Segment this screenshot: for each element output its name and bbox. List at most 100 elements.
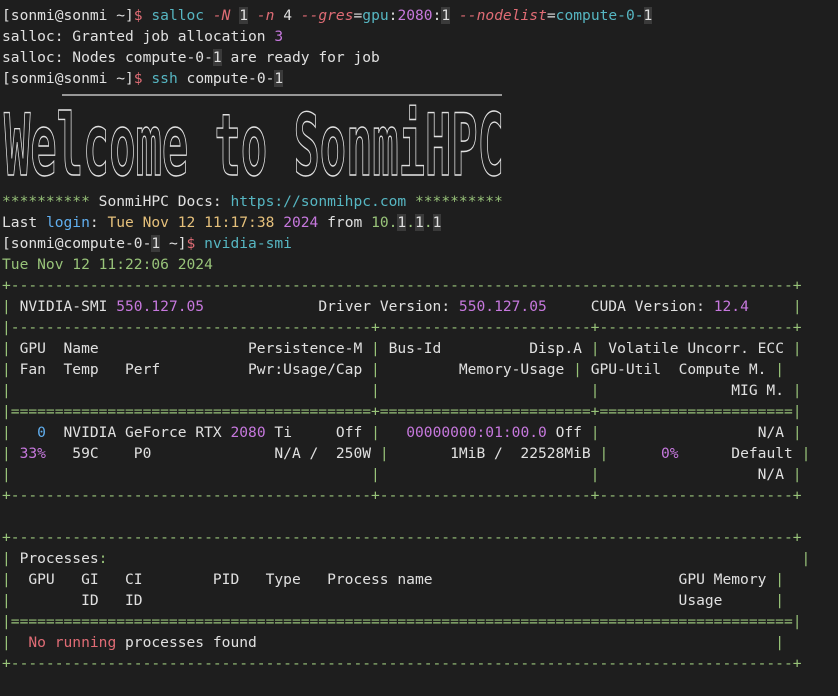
output-line: | GPU GI CI PID Type Process name GPU Me… [2,569,838,590]
text-segment: compute-0- [186,70,275,87]
text-segment: 2024 [283,214,319,231]
text-segment: --gres [300,7,354,24]
text-segment: Ti Off [265,424,372,441]
text-segment: 1 [397,214,407,231]
text-segment: Processes [19,550,99,567]
terminal-window[interactable]: [sonmi@sonmi ~]$ salloc -N 1 -n 4 --gres… [0,0,838,696]
text-segment: Off [546,424,591,441]
text-segment: | [2,298,20,315]
text-segment: |=======================================… [2,403,802,420]
output-line: | | | MIG M. | [2,380,838,401]
text-segment [2,508,11,525]
output-line: | 0 NVIDIA GeForce RTX 2080 Ti Off | 000… [2,422,838,443]
text-segment: processes found [116,634,257,651]
text-segment: 2080 [230,424,266,441]
text-segment: -N [212,7,240,24]
text-segment: 3 [274,28,284,45]
text-segment: | [599,445,609,462]
text-segment: $ [133,70,152,87]
text-segment: salloc [151,7,213,24]
text-segment: $ [186,235,205,252]
text-segment: | [2,634,20,651]
text-segment: [sonmi@sonmi ~] [2,70,134,87]
output-line: | No running processes found | [2,632,838,653]
text-segment: +---------------------------------------… [2,529,802,546]
text-segment: ********** [406,193,503,210]
output-line: |=======================================… [2,401,838,422]
output-line: salloc: Nodes compute-0-1 are ready for … [2,47,838,68]
text-segment: . [406,214,416,231]
output-line: ********** SonmiHPC Docs: https://sonmih… [2,191,838,212]
text-segment: [sonmi@sonmi ~] [2,7,134,24]
output-line: | Fan Temp Perf Pwr:Usage/Cap | Memory-U… [2,359,838,380]
text-segment [608,445,661,462]
text-segment: 1 [432,214,442,231]
text-segment: 33% [19,445,46,462]
text-segment: salloc: Nodes compute-0- [2,49,213,66]
text-segment: CUDA Version: [546,298,714,315]
output-line: |---------------------------------------… [2,317,838,338]
text-segment: | [748,298,802,315]
text-segment: 1 [441,7,451,24]
text-segment: | [371,424,407,441]
text-segment: 59C P0 N/A / 250W [45,445,380,462]
text-segment: | [2,445,20,462]
text-segment: Bus-Id Disp.A [388,340,591,357]
text-segment: |---------------------------------------… [2,319,802,336]
text-segment: 12.4 [713,298,749,315]
text-segment: +---------------------------------------… [2,655,802,672]
text-segment: | | | [2,466,600,483]
output-line: | NVIDIA-SMI 550.127.05 Driver Version: … [2,296,838,317]
text-segment: Fan Temp Perf Pwr:Usage/Cap [19,361,372,378]
text-segment: gpu [362,7,389,24]
output-line: +---------------------------------------… [2,275,838,296]
text-segment: | [775,361,785,378]
text-segment: |=======================================… [2,613,802,630]
text-segment: ********** [2,193,99,210]
banner-text: Welcome to SonmiHPC [4,96,504,187]
text-segment: Driver Version: [204,298,459,315]
text-segment: NVIDIA-SMI [19,298,117,315]
output-line: |=======================================… [2,611,838,632]
text-segment: N/A [599,424,793,441]
text-segment: from [318,214,372,231]
text-segment: | [792,424,802,441]
text-segment: | [2,340,20,357]
text-segment: = [353,7,363,24]
text-segment: | [590,340,609,357]
text-segment: NVIDIA GeForce RTX [45,424,231,441]
text-segment: | [792,382,802,399]
text-segment: | [792,340,802,357]
text-segment: $ [133,7,152,24]
output-line: | | | N/A | [2,464,838,485]
text-segment: 1 [212,49,222,66]
text-segment: [sonmi@compute-0- [2,235,152,252]
text-segment: compute-0- [555,7,644,24]
text-segment: | [2,361,20,378]
text-segment: MIG M. [599,382,793,399]
text-segment: 0 [37,424,46,441]
text-segment: 1 [151,235,161,252]
text-segment: | [2,424,38,441]
output-line: Last login: Tue Nov 12 11:17:38 2024 fro… [2,212,838,233]
output-line: | GPU Name Persistence-M | Bus-Id Disp.A… [2,338,838,359]
text-segment: 4 [283,7,301,24]
text-segment: 1MiB / 22528MiB [388,445,600,462]
text-segment: Volatile Uncorr. ECC [608,340,793,357]
output-line: +---------------------------------------… [2,485,838,506]
text-segment: | [371,361,389,378]
ascii-art-banner: Welcome to SonmiHPC [2,91,838,187]
text-segment: 10. [371,214,398,231]
text-segment: Tue Nov 12 11:17:38 [107,214,284,231]
text-segment: | [775,571,784,588]
text-segment: ID ID Usage [19,592,776,609]
text-segment: are ready for job [221,49,380,66]
text-segment: ~] [160,235,187,252]
output-line: | ID ID Usage | [2,590,838,611]
text-segment: N/A [599,466,793,483]
text-segment: | [107,550,811,567]
output-line: | 33% 59C P0 N/A / 250W | 1MiB / 22528Mi… [2,443,838,464]
text-segment: 550.127.05 [116,298,205,315]
output-line: +---------------------------------------… [2,653,838,674]
text-segment: | [371,340,389,357]
